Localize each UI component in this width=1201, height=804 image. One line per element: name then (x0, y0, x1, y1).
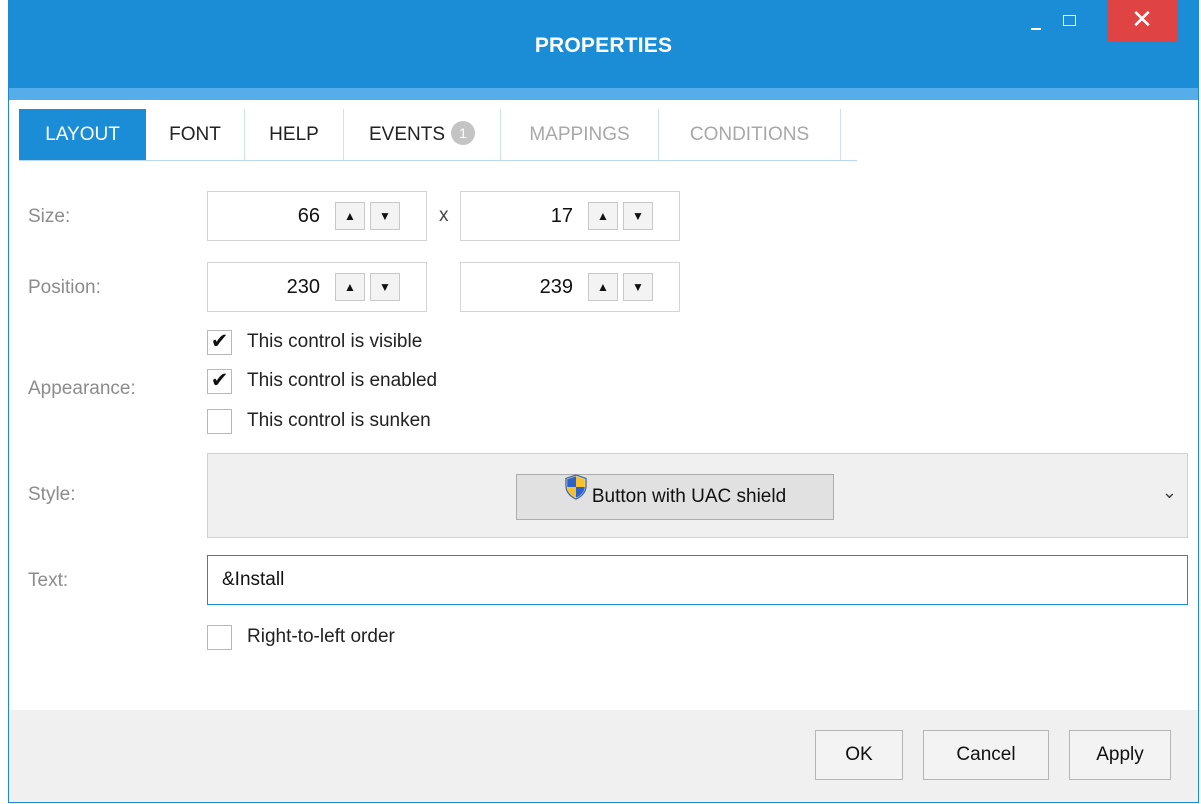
position-y-value[interactable]: 239 (461, 263, 573, 311)
spin-down-button[interactable]: ▼ (370, 273, 400, 301)
arrow-down-icon: ▼ (632, 280, 644, 294)
tab-label: CONDITIONS (689, 124, 810, 145)
sunken-checkbox[interactable] (207, 409, 232, 434)
appearance-label: Appearance: (28, 378, 136, 399)
check-icon: ✔ (210, 330, 229, 353)
tab-label: FONT (169, 124, 221, 145)
tab-label: HELP (269, 124, 319, 145)
spin-up-button[interactable]: ▲ (335, 273, 365, 301)
text-input[interactable]: &Install (207, 555, 1188, 605)
arrow-up-icon: ▲ (344, 280, 356, 294)
spin-up-button[interactable]: ▲ (588, 273, 618, 301)
chevron-down-icon[interactable]: ⌄ (1162, 482, 1177, 503)
tab-font[interactable]: FONT (146, 109, 245, 161)
check-icon: ✔ (210, 369, 229, 392)
cancel-button[interactable]: Cancel (923, 730, 1049, 780)
arrow-down-icon: ▼ (379, 280, 391, 294)
uac-shield-icon (564, 473, 588, 517)
ok-button[interactable]: OK (815, 730, 903, 780)
title-bar[interactable]: PROPERTIES ✕ (9, 0, 1198, 88)
enabled-checkbox[interactable]: ✔ (207, 369, 232, 394)
position-y-stepper[interactable]: 239 ▲ ▼ (460, 262, 680, 312)
spin-up-button[interactable]: ▲ (335, 202, 365, 230)
minimize-button[interactable] (1019, 0, 1053, 42)
text-label: Text: (28, 570, 69, 591)
position-x-value[interactable]: 230 (208, 263, 320, 311)
tab-mappings[interactable]: MAPPINGS (501, 109, 659, 161)
rtl-checkbox-label[interactable]: Right-to-left order (247, 626, 395, 648)
enabled-checkbox-label[interactable]: This control is enabled (247, 370, 437, 392)
size-width-stepper[interactable]: 66 ▲ ▼ (207, 191, 427, 241)
arrow-up-icon: ▲ (597, 280, 609, 294)
size-label: Size: (28, 206, 71, 227)
tab-events[interactable]: EVENTS 1 (344, 109, 501, 161)
size-separator: x (439, 205, 449, 226)
style-preview-button[interactable]: Button with UAC shield (516, 474, 834, 520)
arrow-up-icon: ▲ (344, 209, 356, 223)
tab-help[interactable]: HELP (245, 109, 344, 161)
sunken-checkbox-label[interactable]: This control is sunken (247, 410, 431, 432)
tab-label: MAPPINGS (529, 124, 630, 145)
style-value: Button with UAC shield (591, 486, 787, 508)
close-icon: ✕ (1131, 4, 1153, 34)
maximize-icon (1063, 15, 1076, 26)
tab-conditions[interactable]: CONDITIONS (659, 109, 841, 161)
size-height-value[interactable]: 17 (461, 192, 573, 240)
visible-checkbox-label[interactable]: This control is visible (247, 331, 422, 353)
tab-label: LAYOUT (45, 124, 120, 145)
spin-down-button[interactable]: ▼ (623, 202, 653, 230)
style-label: Style: (28, 484, 76, 505)
tab-bar: LAYOUT FONT HELP EVENTS 1 MAPPINGS CONDIT… (19, 109, 1198, 161)
events-count-badge: 1 (451, 120, 476, 145)
size-height-stepper[interactable]: 17 ▲ ▼ (460, 191, 680, 241)
tab-underline (19, 160, 857, 161)
minimize-icon (1031, 28, 1041, 30)
title-stripe (9, 88, 1198, 100)
properties-dialog: PROPERTIES ✕ LAYOUT FONT HELP EVENTS 1 MA… (8, 0, 1199, 803)
spin-down-button[interactable]: ▼ (370, 202, 400, 230)
visible-checkbox[interactable]: ✔ (207, 330, 232, 355)
arrow-down-icon: ▼ (379, 209, 391, 223)
arrow-down-icon: ▼ (632, 209, 644, 223)
spin-down-button[interactable]: ▼ (623, 273, 653, 301)
tab-layout[interactable]: LAYOUT (19, 109, 146, 161)
spin-up-button[interactable]: ▲ (588, 202, 618, 230)
tab-label: EVENTS (368, 124, 446, 145)
apply-button[interactable]: Apply (1069, 730, 1171, 780)
arrow-up-icon: ▲ (597, 209, 609, 223)
position-x-stepper[interactable]: 230 ▲ ▼ (207, 262, 427, 312)
close-button[interactable]: ✕ (1107, 0, 1177, 42)
maximize-button[interactable] (1053, 0, 1087, 42)
rtl-checkbox[interactable] (207, 625, 232, 650)
style-dropdown[interactable]: Button with UAC shield ⌄ (207, 453, 1188, 538)
size-width-value[interactable]: 66 (208, 192, 320, 240)
position-label: Position: (28, 277, 101, 298)
